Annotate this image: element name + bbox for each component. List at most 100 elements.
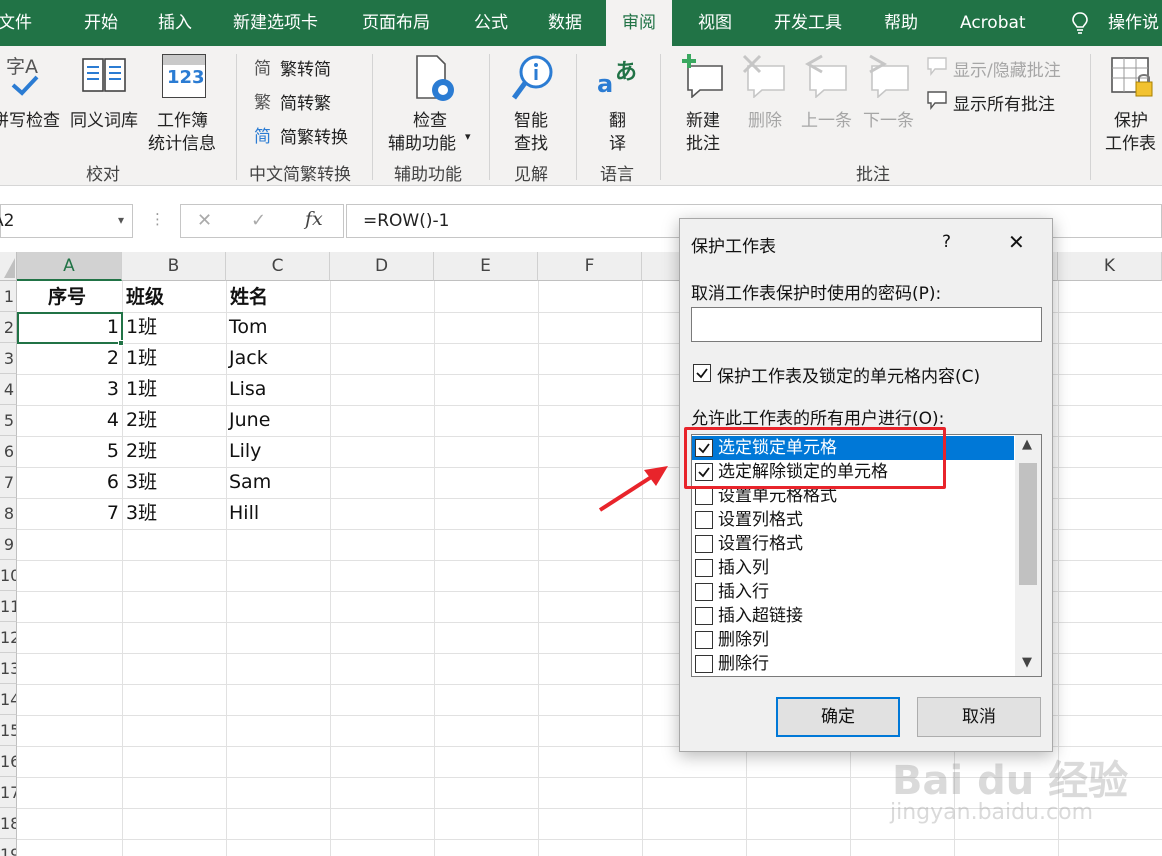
cell-index[interactable]: 5 xyxy=(17,436,122,467)
cell-name[interactable]: Lily xyxy=(229,436,261,467)
column-header-d[interactable]: D xyxy=(330,252,434,281)
row-header[interactable]: 2 xyxy=(0,312,17,343)
column-header-b[interactable]: B xyxy=(122,252,226,281)
column-header-k[interactable]: K xyxy=(1058,252,1162,281)
column-header-c[interactable]: C xyxy=(226,252,330,281)
chevron-up-icon[interactable]: ▲ xyxy=(1022,437,1032,452)
convert-button[interactable]: 简繁转换 xyxy=(280,123,348,148)
row-header[interactable]: 9 xyxy=(0,529,17,560)
cell-index[interactable]: 3 xyxy=(17,374,122,405)
spelling-button[interactable]: 拼写检查 xyxy=(0,106,60,131)
tab-view[interactable]: 视图 xyxy=(698,0,732,46)
tab-file[interactable]: 文件 xyxy=(0,0,32,46)
cell-index[interactable]: 2 xyxy=(17,343,122,374)
row-header[interactable]: 4 xyxy=(0,374,17,405)
scrollbar-thumb[interactable] xyxy=(1019,463,1037,585)
cancel-formula-button[interactable]: ✕ xyxy=(197,210,212,231)
accessibility-check-button[interactable]: 检查 xyxy=(413,106,447,131)
cell-index[interactable]: 6 xyxy=(17,467,122,498)
cell-class[interactable]: 2班 xyxy=(126,405,157,436)
row-header[interactable]: 11 xyxy=(0,591,17,622)
tab-new-tab[interactable]: 新建选项卡 xyxy=(233,0,318,46)
allow-option-item[interactable]: 插入超链接 xyxy=(692,604,1014,628)
cell-name[interactable]: Lisa xyxy=(229,374,266,405)
tab-formulas[interactable]: 公式 xyxy=(474,0,508,46)
password-input[interactable] xyxy=(691,307,1042,342)
allow-option-item[interactable]: 删除行 xyxy=(692,652,1014,676)
show-all-comments-button[interactable]: 显示所有批注 xyxy=(953,90,1055,115)
tab-review[interactable]: 审阅 xyxy=(606,0,672,46)
next-comment-button[interactable]: 下一条 xyxy=(863,106,914,131)
new-comment-button[interactable]: 新建 xyxy=(686,106,720,131)
allow-option-item[interactable]: 设置列格式 xyxy=(692,508,1014,532)
cell-class[interactable]: 1班 xyxy=(126,374,157,405)
cell-name[interactable]: Tom xyxy=(229,312,268,343)
tab-data[interactable]: 数据 xyxy=(548,0,582,46)
list-scrollbar[interactable]: ▲ ▼ xyxy=(1015,435,1041,676)
allow-option-checkbox[interactable] xyxy=(695,607,713,625)
row-header[interactable]: 15 xyxy=(0,715,17,746)
delete-comment-button[interactable]: 删除 xyxy=(748,106,782,131)
cancel-button[interactable]: 取消 xyxy=(917,697,1041,737)
allow-option-checkbox[interactable] xyxy=(695,487,713,505)
name-box[interactable]: A2 ▾ xyxy=(0,204,133,238)
previous-comment-button[interactable]: 上一条 xyxy=(801,106,852,131)
row-header[interactable]: 19 xyxy=(0,839,17,856)
select-all-corner[interactable] xyxy=(0,252,17,281)
row-header[interactable]: 14 xyxy=(0,684,17,715)
header-cell-index[interactable]: 序号 xyxy=(48,282,86,313)
protect-contents-checkbox[interactable] xyxy=(693,364,711,382)
tab-page-layout[interactable]: 页面布局 xyxy=(362,0,430,46)
ok-button[interactable]: 确定 xyxy=(776,697,900,737)
tab-home[interactable]: 开始 xyxy=(84,0,118,46)
cell-index[interactable]: 7 xyxy=(17,498,122,529)
tab-acrobat[interactable]: Acrobat xyxy=(960,0,1026,46)
row-header[interactable]: 3 xyxy=(0,343,17,374)
enter-formula-button[interactable]: ✓ xyxy=(251,210,266,231)
cell-name[interactable]: June xyxy=(229,405,270,436)
column-header-f[interactable]: F xyxy=(538,252,642,281)
smart-lookup-button[interactable]: 智能 xyxy=(514,106,548,131)
trad-to-simp-button[interactable]: 繁转简 xyxy=(280,55,331,80)
row-header[interactable]: 5 xyxy=(0,405,17,436)
row-header[interactable]: 18 xyxy=(0,808,17,839)
row-header[interactable]: 1 xyxy=(0,281,17,312)
header-cell-name[interactable]: 姓名 xyxy=(230,282,268,313)
cell-class[interactable]: 3班 xyxy=(126,498,157,529)
protect-sheet-button[interactable]: 保护 xyxy=(1114,106,1148,131)
row-header[interactable]: 8 xyxy=(0,498,17,529)
workbook-statistics-button[interactable]: 工作簿 xyxy=(157,106,208,131)
cell-class[interactable]: 2班 xyxy=(126,436,157,467)
tab-tell-me[interactable]: 操作说 xyxy=(1108,0,1159,46)
chevron-down-icon[interactable]: ▼ xyxy=(1022,655,1032,670)
allow-option-item[interactable]: 插入列 xyxy=(692,556,1014,580)
header-cell-class[interactable]: 班级 xyxy=(126,282,164,313)
row-header[interactable]: 10 xyxy=(0,560,17,591)
cell-class[interactable]: 3班 xyxy=(126,467,157,498)
row-header[interactable]: 13 xyxy=(0,653,17,684)
cell-class[interactable]: 1班 xyxy=(126,343,157,374)
cell-name[interactable]: Sam xyxy=(229,467,271,498)
tab-developer[interactable]: 开发工具 xyxy=(774,0,842,46)
allow-option-item[interactable]: 删除列 xyxy=(692,628,1014,652)
allow-option-checkbox[interactable] xyxy=(695,535,713,553)
tab-insert[interactable]: 插入 xyxy=(158,0,192,46)
allow-option-checkbox[interactable] xyxy=(695,511,713,529)
insert-function-button[interactable]: fx xyxy=(305,208,323,230)
allow-option-checkbox[interactable] xyxy=(695,583,713,601)
allow-option-checkbox[interactable] xyxy=(695,559,713,577)
show-hide-comment-button[interactable]: 显示/隐藏批注 xyxy=(953,56,1061,81)
allow-option-checkbox[interactable] xyxy=(695,655,713,673)
row-header[interactable]: 17 xyxy=(0,777,17,808)
help-button[interactable]: ? xyxy=(942,232,951,252)
column-header-a[interactable]: A xyxy=(17,252,122,281)
allow-option-checkbox[interactable] xyxy=(695,631,713,649)
column-header-e[interactable]: E xyxy=(434,252,538,281)
close-icon[interactable]: ✕ xyxy=(1008,230,1025,254)
cell-name[interactable]: Jack xyxy=(229,343,268,374)
translate-button[interactable]: 翻 xyxy=(609,106,626,131)
allow-option-item[interactable]: 设置行格式 xyxy=(692,532,1014,556)
fill-handle[interactable] xyxy=(118,340,124,346)
allow-option-item[interactable]: 插入行 xyxy=(692,580,1014,604)
row-header[interactable]: 6 xyxy=(0,436,17,467)
